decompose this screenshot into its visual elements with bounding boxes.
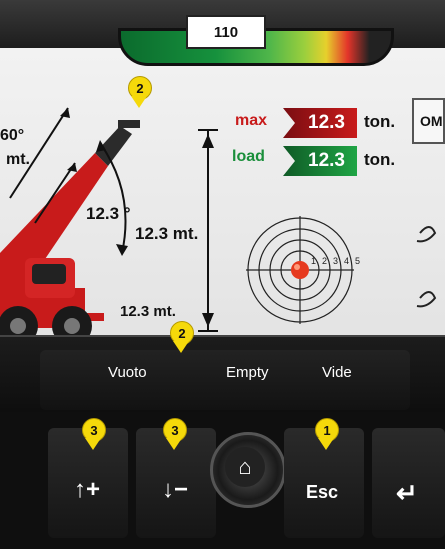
enter-button[interactable]: ↵ xyxy=(372,428,445,538)
status-en: Empty xyxy=(226,364,269,381)
angle-top-label: 60° xyxy=(0,127,25,144)
esc-label: Esc xyxy=(306,482,339,502)
ring-label-1: 1 xyxy=(311,256,317,266)
radius-label: 12.3 mt. xyxy=(120,303,176,320)
target-grid xyxy=(246,216,354,324)
max-unit: ton. xyxy=(364,112,396,131)
callout-pointer-down xyxy=(166,438,182,450)
arrow-up-plus-icon: ↑+ xyxy=(74,476,101,503)
om-label: OM xyxy=(420,113,443,129)
status-bar xyxy=(40,350,410,410)
home-button[interactable]: ⌂ xyxy=(210,432,286,508)
load-value: 12.3 xyxy=(308,150,345,171)
arrow-down-minus-icon: ↓− xyxy=(162,476,189,503)
counter-display: 110 xyxy=(186,15,266,49)
status-fr: Vide xyxy=(322,364,352,381)
max-caption: max xyxy=(235,112,268,129)
callout-pointer-esc xyxy=(318,438,334,450)
device-frame: 60° mt. 12.3 ° 12.3 mt. 12.3 mt. max 12.… xyxy=(0,0,445,549)
telehandler-illustration xyxy=(0,107,437,346)
callout-pointer-top xyxy=(131,96,147,108)
display-screen: 60° mt. 12.3 ° 12.3 mt. 12.3 mt. max 12.… xyxy=(0,48,445,346)
ring-label-2: 2 xyxy=(322,256,328,266)
om-chip: OM xyxy=(412,98,445,144)
ring-label-3: 3 xyxy=(333,256,339,266)
ring-label-4: 4 xyxy=(344,256,350,266)
ring-label-5: 5 xyxy=(355,256,361,266)
home-icon: ⌂ xyxy=(225,447,265,487)
enter-icon: ↵ xyxy=(396,478,418,508)
load-caption: load xyxy=(232,148,265,165)
boom-angle-label: 12.3 ° xyxy=(86,204,131,223)
callout-pointer-mid xyxy=(173,341,189,353)
reach-label: mt. xyxy=(6,151,30,168)
callout-pointer-up xyxy=(85,438,101,450)
counter-value: 110 xyxy=(213,23,239,41)
load-unit: ton. xyxy=(364,150,396,169)
status-it: Vuoto xyxy=(108,364,147,381)
max-value: 12.3 xyxy=(308,112,345,133)
height-label: 12.3 mt. xyxy=(135,224,199,243)
